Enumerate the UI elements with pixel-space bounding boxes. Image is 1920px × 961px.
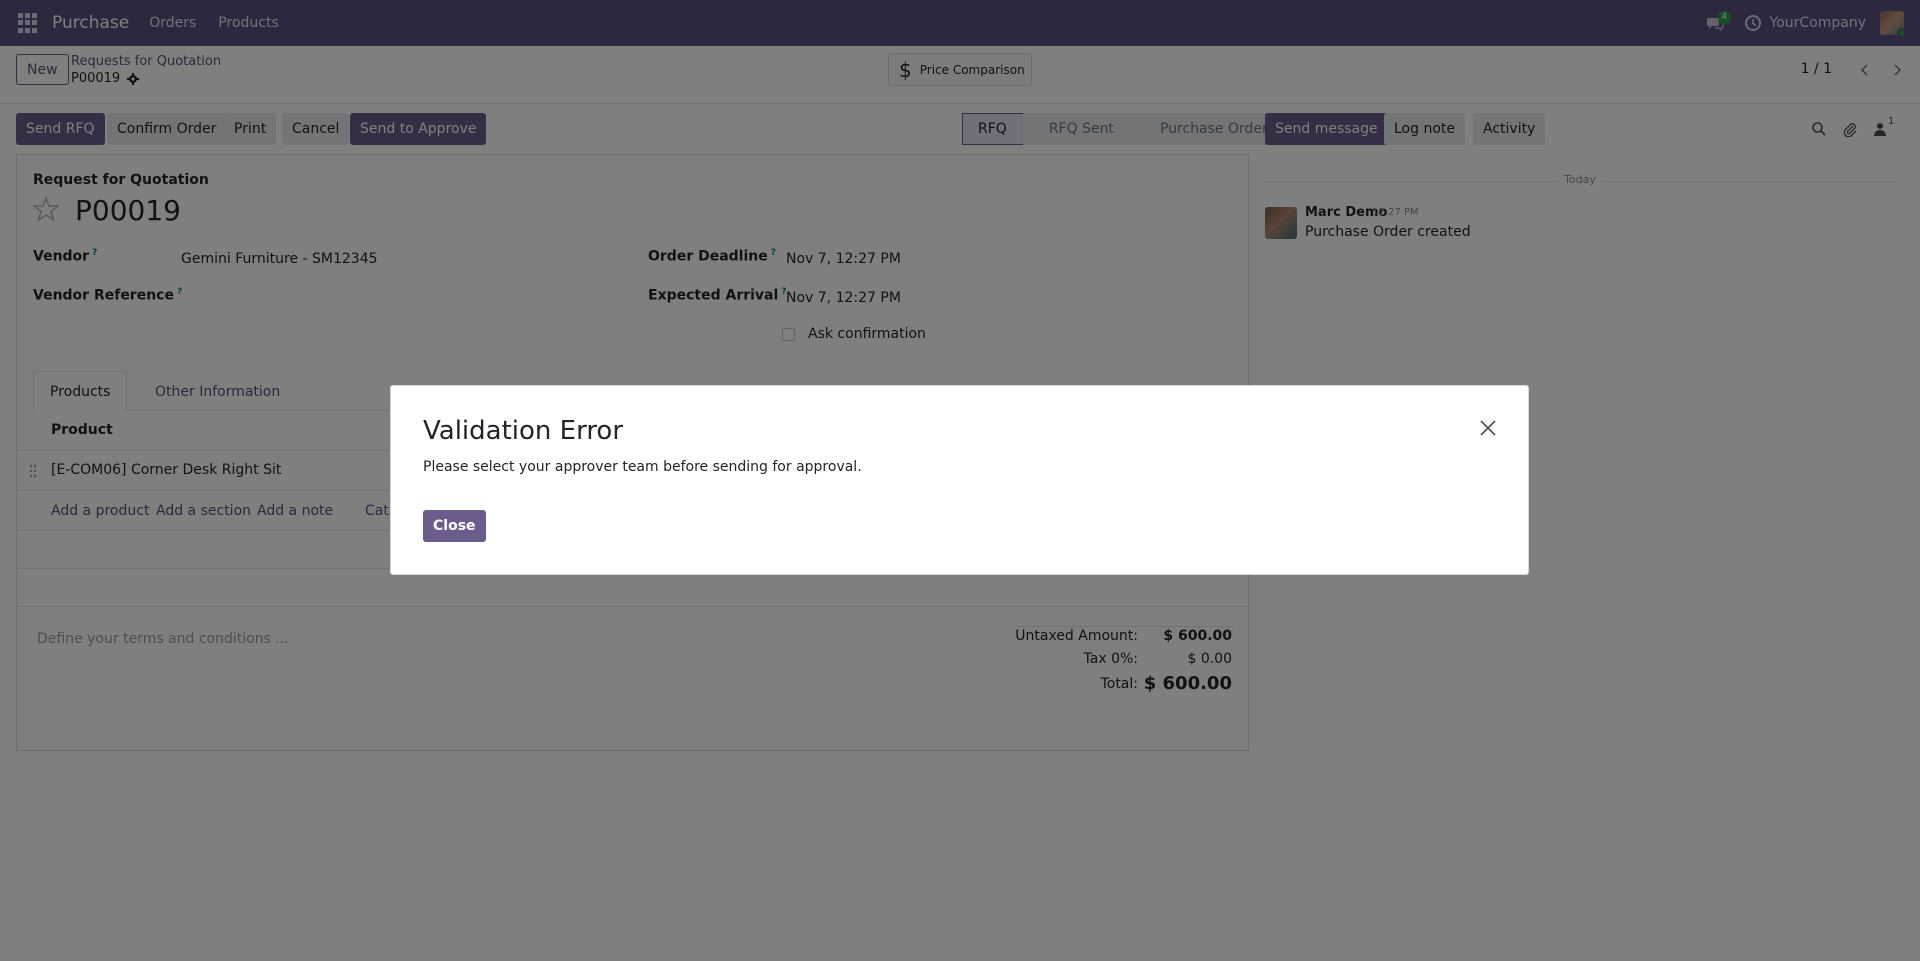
modal-message: Please select your approver team before … (423, 459, 862, 475)
modal-title: Validation Error (423, 416, 624, 446)
close-icon[interactable] (1478, 418, 1498, 438)
validation-error-dialog: Validation Error Please select your appr… (390, 385, 1529, 575)
close-button[interactable]: Close (423, 510, 486, 542)
